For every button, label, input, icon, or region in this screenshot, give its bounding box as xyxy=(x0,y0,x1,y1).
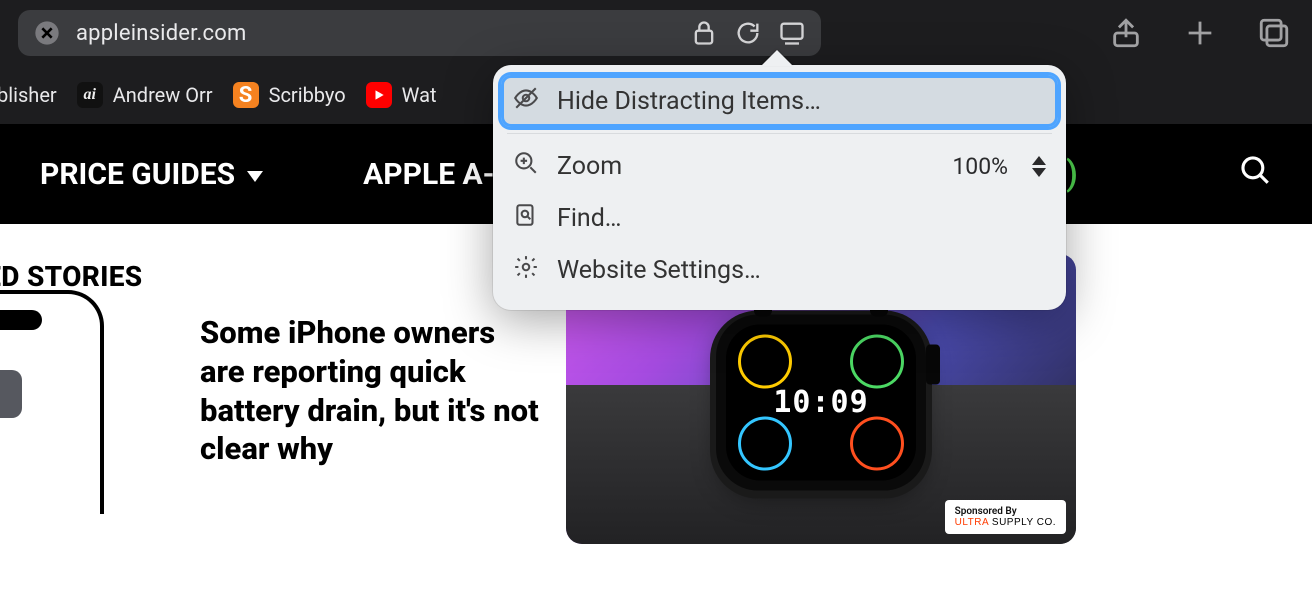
reload-icon[interactable] xyxy=(733,18,763,48)
nav-price-guides[interactable]: PRICE GUIDES xyxy=(40,157,263,192)
phone-illustration xyxy=(0,290,104,514)
menu-label: Website Settings… xyxy=(557,256,1046,285)
separator xyxy=(507,133,1052,134)
lock-icon xyxy=(689,18,719,48)
bookmark-label: Scribbyo xyxy=(269,83,346,107)
nav-apple-a-z[interactable]: APPLE A-Z xyxy=(363,157,513,192)
menu-zoom[interactable]: Zoom 100% xyxy=(501,140,1058,192)
trailing-paren: ) xyxy=(1066,154,1078,194)
eye-slash-icon xyxy=(513,85,539,118)
address-url: appleinsider.com xyxy=(76,21,675,46)
story-headline: Some iPhone owners are reporting quick b… xyxy=(200,314,540,469)
story-thumbnail xyxy=(0,314,150,514)
bookmark-label: Wat xyxy=(402,83,437,107)
watch-time: 10:09 xyxy=(773,385,868,420)
sponsor-label: Sponsored By xyxy=(955,506,1056,517)
menu-label: Zoom xyxy=(557,152,934,181)
nav-label: PRICE GUIDES xyxy=(40,157,235,192)
new-tab-icon[interactable] xyxy=(1180,13,1220,53)
menu-find[interactable]: Find… xyxy=(501,192,1058,244)
zoom-value: 100% xyxy=(952,153,1008,180)
section-heading: URED STORIES xyxy=(0,260,142,293)
menu-label: Hide Distracting Items… xyxy=(557,87,1046,116)
close-tab-icon[interactable] xyxy=(32,18,62,48)
bookmark-item[interactable]: ublisher xyxy=(0,83,57,107)
find-icon xyxy=(513,202,539,235)
tab-overview-icon[interactable] xyxy=(1254,13,1294,53)
page-settings-icon[interactable] xyxy=(777,18,807,48)
search-icon[interactable] xyxy=(1238,153,1272,195)
menu-label: Find… xyxy=(557,204,1046,233)
menu-hide-distracting-items[interactable]: Hide Distracting Items… xyxy=(501,75,1058,127)
bookmark-item[interactable]: S Scribbyo xyxy=(233,82,346,108)
bookmark-label: Andrew Orr xyxy=(113,83,213,107)
bookmark-label: ublisher xyxy=(0,83,57,107)
nav-label: APPLE A-Z xyxy=(363,157,513,192)
featured-story[interactable]: Some iPhone owners are reporting quick b… xyxy=(0,314,540,514)
favicon-youtube xyxy=(366,82,392,108)
sponsor-badge: Sponsored By ULTRA SUPPLY CO. xyxy=(945,500,1066,534)
page-settings-popover: Hide Distracting Items… Zoom 100% Find… … xyxy=(493,65,1066,310)
gear-icon xyxy=(513,254,539,287)
stepper-icon[interactable] xyxy=(1032,156,1046,177)
menu-website-settings[interactable]: Website Settings… xyxy=(501,244,1058,296)
watch-illustration: 10:09 xyxy=(716,315,926,491)
address-bar[interactable]: appleinsider.com xyxy=(18,10,821,56)
favicon-andrew-orr: ai xyxy=(77,82,103,108)
chevron-down-icon xyxy=(247,171,263,182)
share-icon[interactable] xyxy=(1106,13,1146,53)
favicon-scribbyo: S xyxy=(233,82,259,108)
bookmark-item[interactable]: Wat xyxy=(366,82,437,108)
bookmark-item[interactable]: ai Andrew Orr xyxy=(77,82,213,108)
browser-toolbar: appleinsider.com xyxy=(0,0,1312,66)
zoom-icon xyxy=(513,150,539,183)
